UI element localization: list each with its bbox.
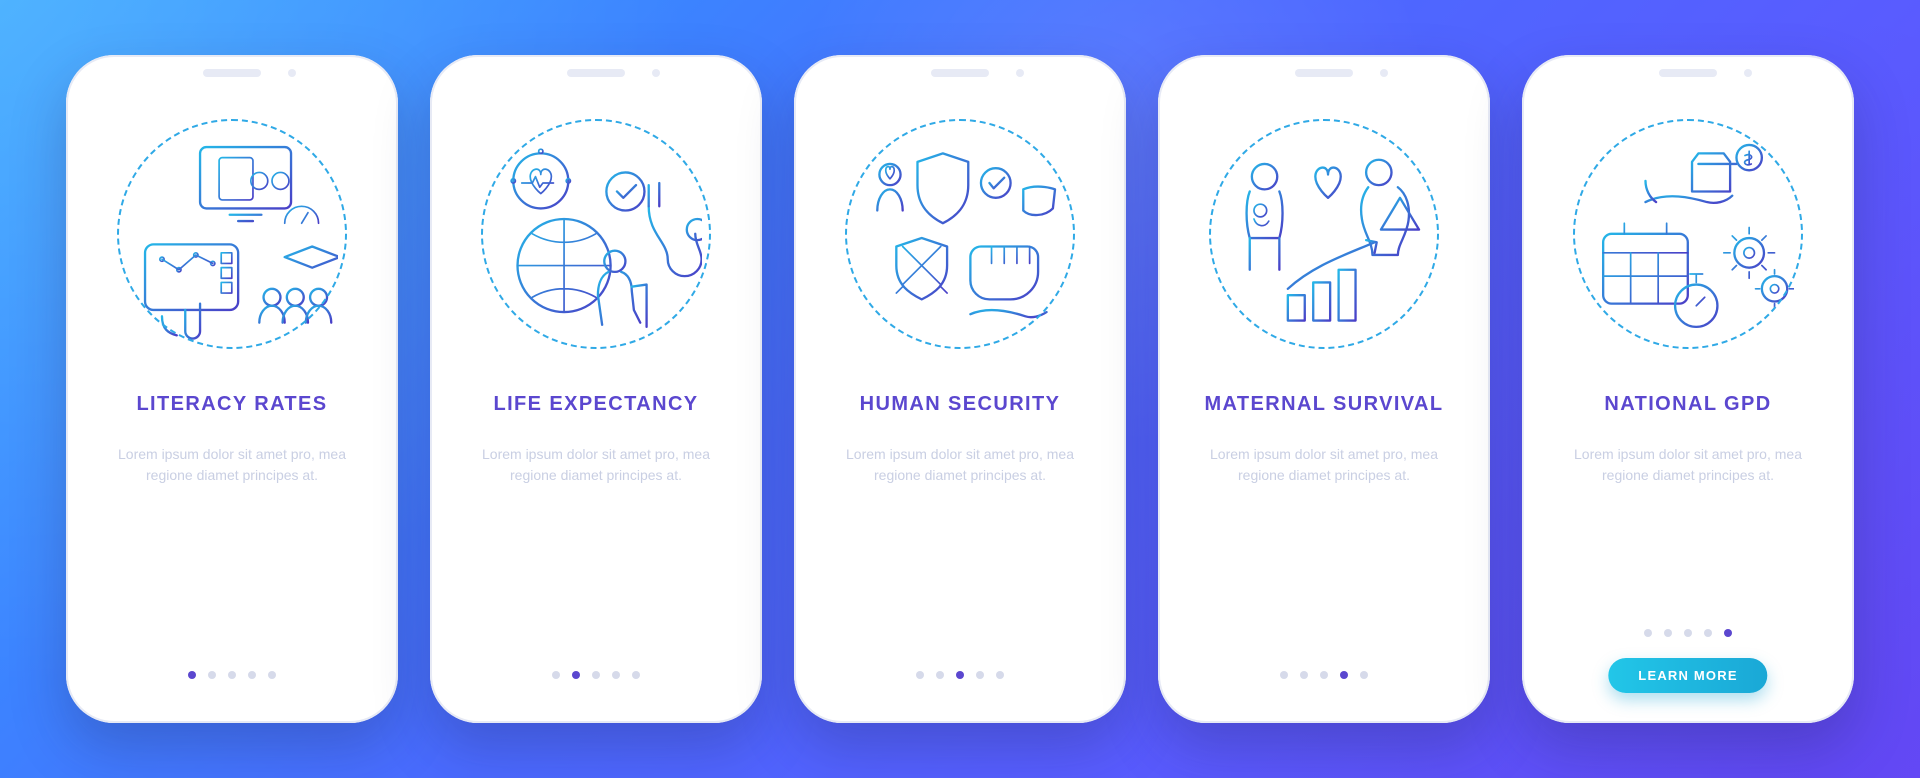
dot[interactable] bbox=[1280, 671, 1288, 679]
dot[interactable] bbox=[996, 671, 1004, 679]
slide-title: LITERACY RATES bbox=[136, 393, 327, 416]
dot[interactable] bbox=[632, 671, 640, 679]
dot[interactable] bbox=[1644, 629, 1652, 637]
dashed-ring bbox=[1209, 119, 1439, 349]
slide-desc: Lorem ipsum dolor sit amet pro, mea regi… bbox=[66, 444, 398, 486]
slide-title: LIFE EXPECTANCY bbox=[493, 393, 698, 416]
dot[interactable] bbox=[208, 671, 216, 679]
pagination-dots[interactable] bbox=[1644, 629, 1732, 637]
dot[interactable] bbox=[956, 671, 964, 679]
dot[interactable] bbox=[1300, 671, 1308, 679]
slide-title: NATIONAL GPD bbox=[1604, 393, 1771, 416]
phone-notch bbox=[931, 69, 989, 77]
dot[interactable] bbox=[1340, 671, 1348, 679]
slide-desc: Lorem ipsum dolor sit amet pro, mea regi… bbox=[1158, 444, 1490, 486]
learn-more-button[interactable]: LEARN MORE bbox=[1608, 658, 1767, 693]
phone-mockup: NATIONAL GPD Lorem ipsum dolor sit amet … bbox=[1522, 55, 1854, 723]
dot[interactable] bbox=[572, 671, 580, 679]
dot[interactable] bbox=[268, 671, 276, 679]
pagination-dots[interactable] bbox=[916, 671, 1004, 679]
dot[interactable] bbox=[188, 671, 196, 679]
pagination-dots[interactable] bbox=[1280, 671, 1368, 679]
phone-notch bbox=[1295, 69, 1353, 77]
phone-mockup: MATERNAL SURVIVAL Lorem ipsum dolor sit … bbox=[1158, 55, 1490, 723]
dot[interactable] bbox=[936, 671, 944, 679]
slide-desc: Lorem ipsum dolor sit amet pro, mea regi… bbox=[1522, 444, 1854, 486]
illustration-wrap bbox=[117, 119, 347, 349]
slide-title: HUMAN SECURITY bbox=[860, 393, 1061, 416]
dot[interactable] bbox=[1320, 671, 1328, 679]
phone-notch bbox=[567, 69, 625, 77]
dot[interactable] bbox=[1724, 629, 1732, 637]
phone-speaker-dot bbox=[1380, 69, 1388, 77]
dot[interactable] bbox=[1704, 629, 1712, 637]
phone-notch bbox=[203, 69, 261, 77]
dashed-ring bbox=[481, 119, 711, 349]
dashed-ring bbox=[845, 119, 1075, 349]
dot[interactable] bbox=[916, 671, 924, 679]
dot[interactable] bbox=[552, 671, 560, 679]
illustration-wrap bbox=[845, 119, 1075, 349]
phone-notch bbox=[1659, 69, 1717, 77]
phone-mockup: HUMAN SECURITY Lorem ipsum dolor sit ame… bbox=[794, 55, 1126, 723]
dot[interactable] bbox=[612, 671, 620, 679]
dot[interactable] bbox=[228, 671, 236, 679]
phone-mockup: LITERACY RATES Lorem ipsum dolor sit ame… bbox=[66, 55, 398, 723]
phone-speaker-dot bbox=[652, 69, 660, 77]
illustration-wrap bbox=[1573, 119, 1803, 349]
phone-speaker-dot bbox=[1744, 69, 1752, 77]
dashed-ring bbox=[117, 119, 347, 349]
dashed-ring bbox=[1573, 119, 1803, 349]
illustration-wrap bbox=[481, 119, 711, 349]
pagination-dots[interactable] bbox=[552, 671, 640, 679]
dot[interactable] bbox=[248, 671, 256, 679]
phone-mockup: LIFE EXPECTANCY Lorem ipsum dolor sit am… bbox=[430, 55, 762, 723]
pagination-dots[interactable] bbox=[188, 671, 276, 679]
illustration-wrap bbox=[1209, 119, 1439, 349]
slide-desc: Lorem ipsum dolor sit amet pro, mea regi… bbox=[430, 444, 762, 486]
dot[interactable] bbox=[1360, 671, 1368, 679]
slide-desc: Lorem ipsum dolor sit amet pro, mea regi… bbox=[794, 444, 1126, 486]
phone-row: LITERACY RATES Lorem ipsum dolor sit ame… bbox=[0, 0, 1920, 778]
slide-title: MATERNAL SURVIVAL bbox=[1205, 393, 1444, 416]
dot[interactable] bbox=[976, 671, 984, 679]
dot[interactable] bbox=[1664, 629, 1672, 637]
dot[interactable] bbox=[592, 671, 600, 679]
phone-speaker-dot bbox=[288, 69, 296, 77]
phone-speaker-dot bbox=[1016, 69, 1024, 77]
dot[interactable] bbox=[1684, 629, 1692, 637]
